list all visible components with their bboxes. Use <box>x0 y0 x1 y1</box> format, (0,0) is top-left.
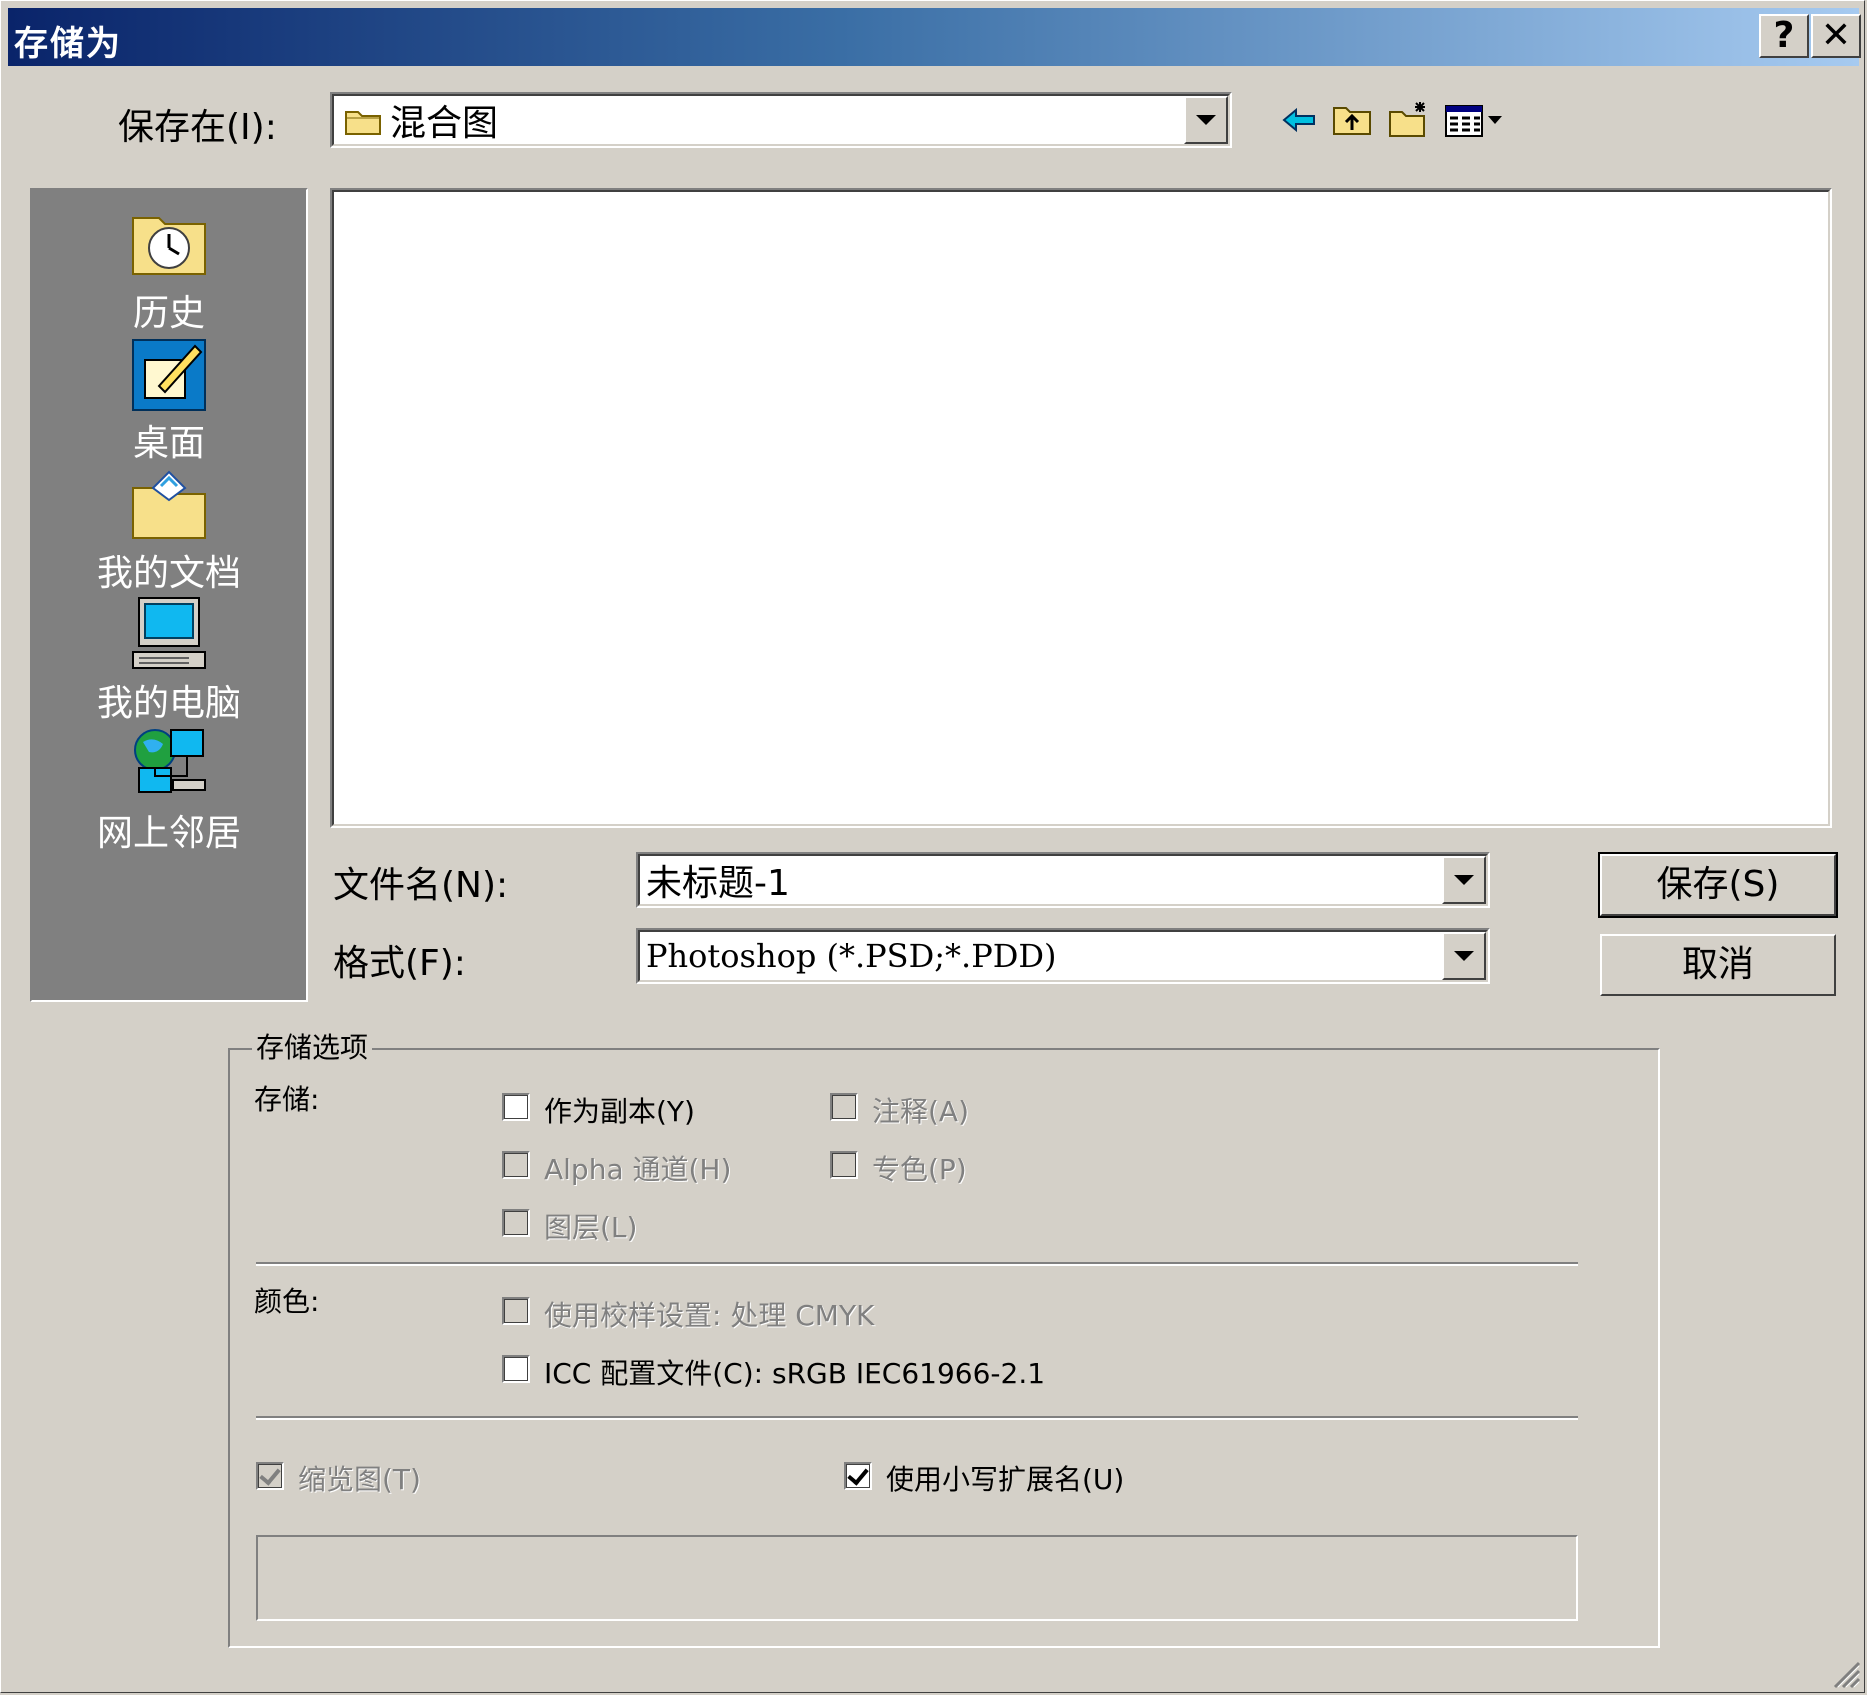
view-menu-icon[interactable] <box>1442 98 1512 142</box>
format-label: 格式(F): <box>333 943 466 984</box>
annotations-checkbox[interactable] <box>830 1093 858 1121</box>
new-folder-icon[interactable] <box>1386 98 1430 142</box>
proof-setup-label: 使用校样设置: 处理 CMYK <box>544 1299 875 1332</box>
save-options-title: 存储选项 <box>252 1026 373 1066</box>
place-history[interactable]: 历史 <box>32 204 306 336</box>
filename-dropdown-arrow[interactable] <box>1442 856 1486 904</box>
place-label: 网上邻居 <box>96 813 241 854</box>
save-in-dropdown-arrow[interactable] <box>1184 96 1228 144</box>
layers-label: 图层(L) <box>544 1211 638 1244</box>
desktop-icon <box>132 339 206 411</box>
filename-value: 未标题-1 <box>646 863 790 904</box>
options-separator <box>256 1262 1578 1266</box>
place-my-documents[interactable]: 我的文档 <box>32 464 306 596</box>
as-copy-label[interactable]: 作为副本(Y) <box>544 1090 695 1130</box>
filename-input[interactable]: 未标题-1 <box>636 852 1490 908</box>
history-folder-icon <box>132 217 206 275</box>
place-label: 我的电脑 <box>96 683 241 724</box>
up-folder-icon[interactable] <box>1330 98 1374 142</box>
proof-setup-checkbox[interactable] <box>502 1297 530 1325</box>
cancel-button[interactable]: 取消 <box>1600 934 1836 996</box>
spot-colors-label: 专色(P) <box>872 1153 967 1186</box>
save-button[interactable]: 保存(S) <box>1598 852 1838 918</box>
thumbnail-label: 缩览图(T) <box>298 1463 421 1496</box>
place-network[interactable]: 网上邻居 <box>32 724 306 856</box>
resize-grip-icon[interactable] <box>1831 1659 1861 1689</box>
folder-icon <box>345 111 381 135</box>
filename-label: 文件名(N): <box>333 865 509 906</box>
back-arrow-icon[interactable] <box>1278 98 1322 142</box>
spot-colors-checkbox[interactable] <box>830 1151 858 1179</box>
lowercase-extension-checkbox[interactable] <box>844 1462 872 1490</box>
save-in-dropdown[interactable]: 混合图 <box>330 92 1232 148</box>
close-button[interactable]: ✕ <box>1811 14 1861 58</box>
place-label: 桌面 <box>132 423 205 464</box>
as-copy-checkbox[interactable] <box>502 1093 530 1121</box>
layers-checkbox[interactable] <box>502 1209 530 1237</box>
save-in-value: 混合图 <box>390 103 499 144</box>
format-value: Photoshop (*.PSD;*.PDD) <box>646 937 1057 975</box>
lowercase-extension-label[interactable]: 使用小写扩展名(U) <box>886 1458 1124 1498</box>
save-in-label: 保存在(I): <box>118 107 277 148</box>
alpha-channels-label: Alpha 通道(H) <box>544 1153 732 1186</box>
annotations-label: 注释(A) <box>872 1095 970 1128</box>
format-dropdown-arrow[interactable] <box>1442 932 1486 980</box>
help-button[interactable]: ? <box>1759 14 1809 58</box>
file-list[interactable] <box>330 188 1832 828</box>
place-label: 历史 <box>132 293 205 334</box>
options-separator <box>256 1416 1578 1420</box>
alpha-channels-checkbox[interactable] <box>502 1151 530 1179</box>
place-label: 我的文档 <box>96 553 241 594</box>
dialog-title: 存储为 <box>14 24 122 64</box>
format-dropdown[interactable]: Photoshop (*.PSD;*.PDD) <box>636 928 1490 984</box>
color-label: 颜色: <box>254 1285 320 1318</box>
store-label: 存储: <box>254 1083 320 1116</box>
thumbnail-checkbox[interactable] <box>256 1462 284 1490</box>
title-bar[interactable]: 存储为 ? ✕ <box>8 8 1861 66</box>
place-my-computer[interactable]: 我的电脑 <box>32 594 306 726</box>
my-documents-icon <box>132 470 206 539</box>
my-computer-icon <box>132 597 206 669</box>
icc-profile-checkbox[interactable] <box>502 1355 530 1383</box>
warning-message-box <box>256 1535 1578 1621</box>
network-neighborhood-icon <box>134 729 206 793</box>
place-desktop[interactable]: 桌面 <box>32 334 306 466</box>
icc-profile-label[interactable]: ICC 配置文件(C): sRGB IEC61966-2.1 <box>544 1352 1045 1392</box>
places-bar: 历史 桌面 我的文档 我的电脑 网上邻居 <box>30 188 308 1002</box>
